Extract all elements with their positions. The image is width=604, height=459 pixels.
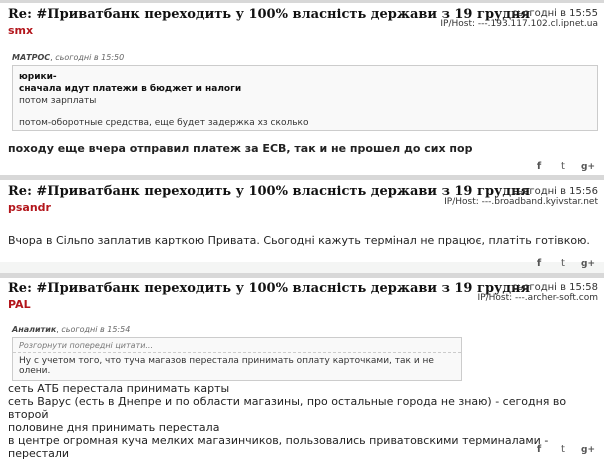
forum-post-3: Re: #Приватбанк переходить у 100% власні… [0,278,604,459]
quote-author: Аналитик [12,325,57,334]
post-title[interactable]: Re: #Приватбанк переходить у 100% власні… [8,281,530,296]
post-line: половине дня принимать перестала [8,421,220,434]
facebook-icon[interactable]: f [532,444,546,456]
quote-time: сьогодні в 15:50 [55,53,125,62]
forum-post-2: Re: #Приватбанк переходить у 100% власні… [0,180,604,262]
quote-time: сьогодні в 15:54 [61,325,131,334]
twitter-icon[interactable]: t [556,258,570,270]
post-header: Re: #Приватбанк переходить у 100% власні… [8,7,530,37]
google-plus-icon[interactable]: g+ [580,258,596,270]
post-line: сеть АТБ перестала принимать карты [8,382,230,395]
google-plus-icon[interactable]: g+ [580,161,596,173]
share-bar: f t g+ [532,258,596,270]
post-host: IP/Host: ---.archer-soft.com [477,293,599,303]
share-bar: f t g+ [532,161,596,173]
post-time: сьогодні в 15:56 [511,186,598,197]
google-plus-icon[interactable]: g+ [580,444,596,456]
post-meta: сьогодні в 15:55 IP/Host: ---.193.117.10… [440,8,598,30]
facebook-icon[interactable]: f [532,161,546,173]
quote-block: юрики- сначала идут платежи в бюджет и н… [12,65,598,131]
facebook-icon[interactable]: f [532,258,546,270]
post-body: Вчора в Сільпо заплатив карткою Привата.… [8,234,590,247]
twitter-icon[interactable]: t [556,161,570,173]
post-title[interactable]: Re: #Приватбанк переходить у 100% власні… [8,7,530,22]
post-meta: сьогодні в 15:58 IP/Host: ---.archer-sof… [478,282,599,304]
quote-line: юрики- [19,72,57,82]
forum-post-1: Re: #Приватбанк переходить у 100% власні… [0,3,604,175]
post-body: сеть АТБ перестала принимать карты сеть … [8,382,604,459]
post-header: Re: #Приватбанк переходить у 100% власні… [8,281,530,311]
share-bar: f t g+ [532,444,596,456]
post-line: в центре огромная куча мелких магазинчик… [8,434,549,459]
post-meta: сьогодні в 15:56 IP/Host: ---.broadband.… [444,186,598,208]
post-body: походу еще вчера отправил платеж за ЕСВ,… [8,142,473,155]
quote-line: потом зарплаты [19,96,97,106]
post-header: Re: #Приватбанк переходить у 100% власні… [8,184,530,214]
post-author[interactable]: PAL [8,298,438,311]
post-author[interactable]: smx [8,24,438,37]
twitter-icon[interactable]: t [556,444,570,456]
quote-author: МАТРОС [12,53,51,62]
post-time: сьогодні в 15:55 [511,8,598,19]
quote-body: Ну с учетом того, что туча магазов перес… [19,356,434,376]
post-host: IP/Host: ---.broadband.kyivstar.net [444,197,598,207]
post-author[interactable]: psandr [8,201,438,214]
quote-line: потом-оборотные средства, еще будет заде… [19,118,309,128]
quote-block: Розгорнути попередні цитати... Ну с учет… [12,337,462,381]
expand-quotes-link[interactable]: Розгорнути попередні цитати... [13,338,461,353]
quote-header: МАТРОС, сьогодні в 15:50 [12,53,125,62]
quote-header: Аналитик, сьогодні в 15:54 [12,325,131,334]
post-title[interactable]: Re: #Приватбанк переходить у 100% власні… [8,184,530,199]
post-host: IP/Host: ---.193.117.102.cl.ipnet.ua [440,19,598,29]
post-line: сеть Варус (есть в Днепре и по области м… [8,395,567,421]
post-time: сьогодні в 15:58 [511,282,598,293]
quote-line: сначала идут платежи в бюджет и налоги [19,84,242,94]
